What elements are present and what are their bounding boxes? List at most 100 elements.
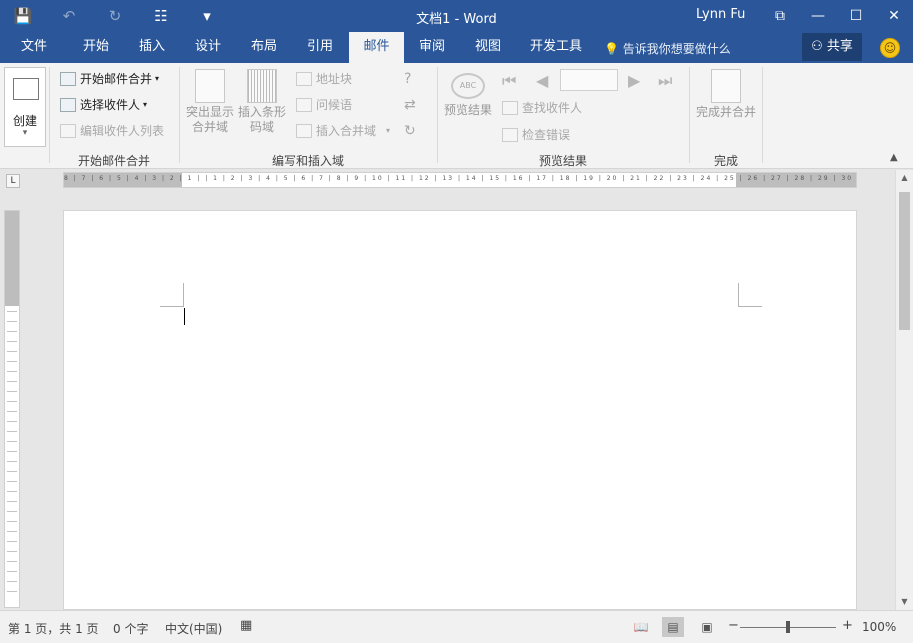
insert-barcode-field-button[interactable]: 插入条形 码域 [236, 69, 288, 135]
tab-file[interactable]: 文件 [8, 32, 60, 63]
first-record-icon[interactable]: ⏮ [502, 71, 516, 91]
vertical-ruler-top-margin [5, 211, 19, 306]
horizontal-ruler[interactable]: 8 | 7 | 6 | 5 | 4 | 3 | 2 | 1 | | 1 | 2 … [63, 172, 857, 188]
group-separator [49, 67, 50, 163]
preview-results-button[interactable]: ABC 预览结果 [442, 73, 494, 118]
record-number-input[interactable] [560, 69, 618, 91]
vertical-scrollbar[interactable]: ▲ ▼ [895, 170, 913, 610]
tab-view[interactable]: 视图 [460, 32, 516, 63]
find-recipient-label: 查找收件人 [522, 101, 583, 115]
highlight-merge-fields-button[interactable]: 突出显示 合并域 [184, 69, 236, 135]
chevron-down-icon: ▾ [386, 126, 391, 135]
insert-merge-field-button[interactable]: 插入合并域 ▾ [296, 122, 390, 140]
group-label-write-insert: 编写和插入域 [271, 154, 344, 168]
rules-icon[interactable]: ? [404, 70, 411, 88]
zoom-level[interactable]: 100% [862, 620, 896, 634]
document-page[interactable] [63, 210, 857, 610]
ribbon-tab-bar: 文件 开始 插入 设计 布局 引用 邮件 审阅 视图 开发工具 💡 告诉我你想要… [0, 32, 913, 63]
check-errors-button[interactable]: 检查错误 [502, 126, 570, 144]
greeting-line-icon [296, 98, 312, 112]
select-recipients-button[interactable]: 选择收件人 ▾ [60, 96, 147, 114]
window-controls: ⧉ — ☐ ✕ [761, 0, 913, 32]
crop-mark-top-right [738, 283, 762, 307]
zoom-slider-thumb[interactable] [786, 621, 790, 633]
greeting-line-label: 问候语 [316, 98, 353, 112]
read-mode-icon[interactable]: 📖 [630, 617, 652, 637]
magnifier-abc-icon: ABC [451, 73, 485, 99]
highlight-label-line2: 合并域 [191, 120, 228, 134]
barcode-icon [247, 69, 277, 103]
recipients-icon [60, 98, 76, 112]
finish-merge-label: 完成并合并 [695, 105, 756, 119]
ruler-ticks: 8 | 7 | 6 | 5 | 4 | 3 | 2 | 1 | | 1 | 2 … [64, 175, 856, 182]
check-errors-icon [502, 128, 518, 142]
previous-record-icon[interactable]: ◀ [536, 71, 548, 90]
tab-selector[interactable]: L [6, 174, 20, 188]
language[interactable]: 中文(中国) [165, 620, 222, 637]
update-labels-icon[interactable]: ↻ [404, 122, 416, 140]
scroll-down-icon[interactable]: ▼ [896, 594, 913, 610]
group-separator [762, 67, 763, 163]
word-count[interactable]: 0 个字 [113, 620, 148, 637]
group-separator [689, 67, 690, 163]
maximize-button[interactable]: ☐ [837, 0, 875, 32]
tab-developer[interactable]: 开发工具 [520, 32, 592, 63]
ribbon-display-options-icon[interactable]: ⧉ [761, 0, 799, 32]
document-icon [60, 72, 76, 86]
share-button[interactable]: ⚇ 共享 [802, 33, 862, 61]
next-record-icon[interactable]: ▶ [628, 71, 640, 90]
check-errors-label: 检查错误 [522, 128, 571, 142]
ribbon-mailings: 创建 ▾ 开始邮件合并 ▾ 选择收件人 ▾ 编辑收件人列表 开始邮件合并 突出显… [0, 63, 913, 169]
create-label: 创建 [12, 114, 37, 128]
zoom-in-button[interactable]: + [842, 618, 853, 633]
insert-merge-field-label: 插入合并域 [316, 124, 377, 138]
feedback-smiley-icon[interactable]: ☺ [880, 38, 900, 58]
group-label-preview: 预览结果 [538, 154, 587, 168]
group-separator [179, 67, 180, 163]
address-block-icon [296, 72, 312, 86]
address-block-label: 地址块 [316, 72, 353, 86]
select-recipients-label: 选择收件人 [80, 98, 141, 112]
tell-me-search[interactable]: 💡 告诉我你想要做什么 [604, 40, 731, 57]
tab-insert[interactable]: 插入 [124, 32, 180, 63]
tab-design[interactable]: 设计 [180, 32, 236, 63]
tab-home[interactable]: 开始 [68, 32, 124, 63]
tell-me-text: 告诉我你想要做什么 [622, 42, 731, 56]
start-mail-merge-button[interactable]: 开始邮件合并 ▾ [60, 70, 159, 88]
edit-recipient-list-button[interactable]: 编辑收件人列表 [60, 122, 164, 140]
minimize-button[interactable]: — [799, 0, 837, 32]
address-block-button[interactable]: 地址块 [296, 70, 352, 88]
close-button[interactable]: ✕ [875, 0, 913, 32]
start-mail-merge-label: 开始邮件合并 [80, 72, 153, 86]
user-name[interactable]: Lynn Fu [696, 7, 745, 22]
web-layout-icon[interactable]: ▣ [696, 617, 718, 637]
zoom-out-button[interactable]: − [728, 618, 739, 633]
group-label-finish: 完成 [713, 154, 738, 168]
macro-record-icon[interactable]: ▦ [240, 618, 252, 633]
edit-recipient-list-label: 编辑收件人列表 [80, 124, 165, 138]
find-recipient-button[interactable]: 查找收件人 [502, 99, 582, 117]
finish-merge-button[interactable]: 完成并合并 [693, 69, 759, 120]
barcode-label-line2: 码域 [249, 120, 274, 134]
vertical-ruler[interactable] [4, 210, 20, 608]
find-recipient-icon [502, 101, 518, 115]
tab-references[interactable]: 引用 [292, 32, 348, 63]
tab-layout[interactable]: 布局 [236, 32, 292, 63]
vertical-ruler-ticks [7, 311, 17, 601]
last-record-icon[interactable]: ⏭ [658, 71, 672, 91]
status-bar: 第 1 页，共 1 页 0 个字 中文(中国) ▦ 📖 ▤ ▣ − + 100% [0, 610, 913, 643]
tab-mailings[interactable]: 邮件 [349, 32, 404, 63]
chevron-down-icon: ▾ [155, 74, 160, 83]
scroll-up-icon[interactable]: ▲ [896, 170, 913, 186]
print-layout-icon[interactable]: ▤ [662, 617, 684, 637]
match-fields-icon[interactable]: ⇄ [404, 96, 416, 114]
collapse-ribbon-icon[interactable]: ▲ [890, 152, 898, 163]
greeting-line-button[interactable]: 问候语 [296, 96, 352, 114]
text-cursor [184, 308, 185, 325]
page-count[interactable]: 第 1 页，共 1 页 [8, 620, 99, 637]
create-button[interactable]: 创建 ▾ [4, 67, 46, 147]
share-label: 共享 [826, 39, 853, 54]
highlight-label-line1: 突出显示 [185, 105, 234, 119]
scrollbar-thumb[interactable] [899, 192, 910, 330]
tab-review[interactable]: 审阅 [404, 32, 460, 63]
